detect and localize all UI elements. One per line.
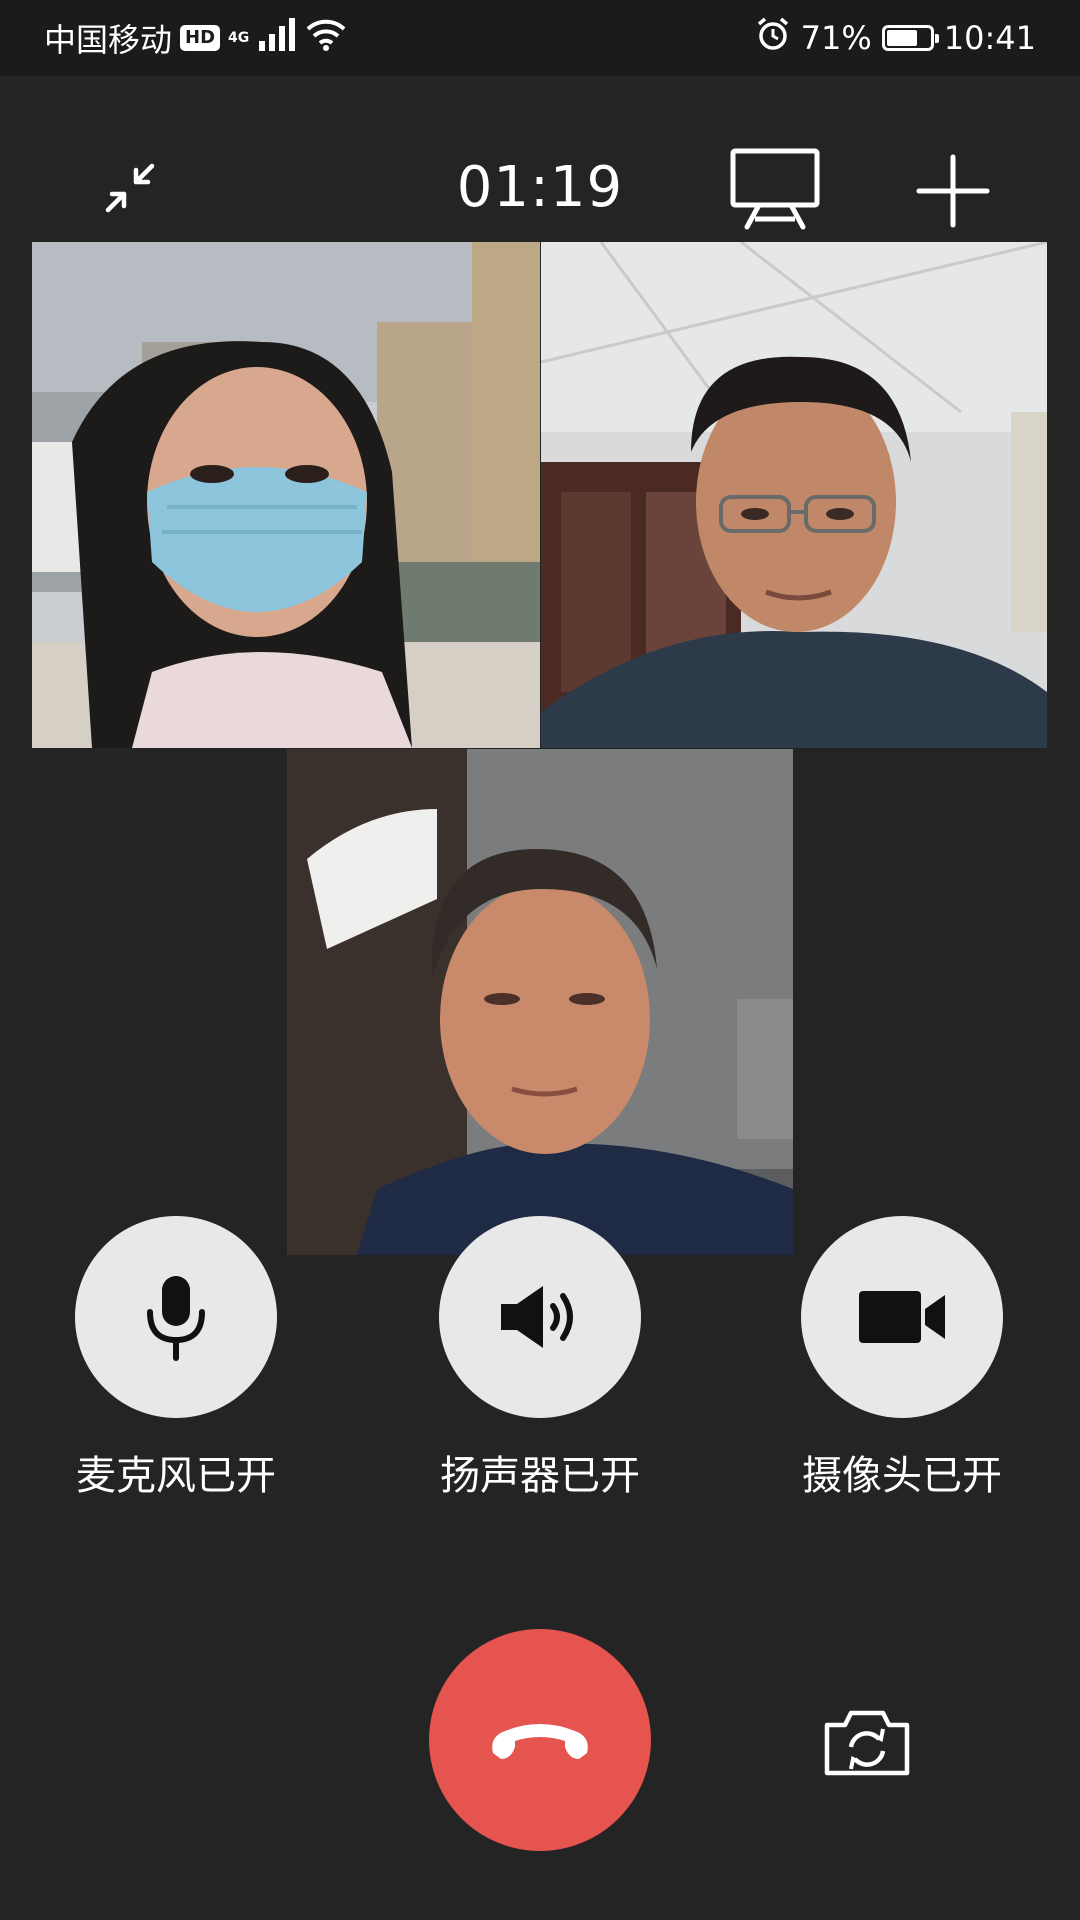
call-duration: 01:19 <box>456 155 624 220</box>
microphone-icon <box>147 1276 205 1361</box>
call-top-bar: 01:19 <box>0 140 1080 236</box>
speaker-label: 扬声器已开 <box>440 1453 640 1499</box>
hangup-icon <box>492 1724 588 1759</box>
add-participant-button[interactable] <box>906 144 1000 238</box>
status-bar: 中国移动 HD 4G 71% 10:41 <box>0 0 1080 76</box>
alarm-icon <box>755 16 791 60</box>
minimize-button[interactable] <box>90 148 170 228</box>
speaker-icon <box>501 1286 573 1348</box>
camera-control: 摄像头已开 <box>782 1216 1022 1502</box>
status-left: 中国移动 HD 4G <box>44 16 347 60</box>
microphone-control: 麦克风已开 <box>56 1216 296 1502</box>
clock: 10:41 <box>943 19 1036 57</box>
camera-label: 摄像头已开 <box>802 1453 1002 1499</box>
switch-camera-icon <box>824 1710 910 1776</box>
battery-level <box>886 30 917 46</box>
video-tile-3[interactable] <box>287 749 793 1255</box>
network-type: 4G <box>228 30 250 46</box>
screencast-icon <box>730 148 820 230</box>
hd-badge: HD <box>180 25 221 51</box>
video-tile-1[interactable] <box>32 242 540 748</box>
speaker-button[interactable] <box>439 1216 641 1418</box>
wifi-icon <box>305 17 347 59</box>
screencast-button[interactable] <box>720 144 830 234</box>
camera-button[interactable] <box>801 1216 1003 1418</box>
switch-camera-button[interactable] <box>812 1698 922 1788</box>
microphone-label: 麦克风已开 <box>76 1453 276 1499</box>
speaker-control: 扬声器已开 <box>420 1216 660 1502</box>
signal-icon <box>257 17 297 59</box>
hangup-button[interactable] <box>429 1629 651 1851</box>
video-tile-2[interactable] <box>541 242 1047 748</box>
battery-percent: 71% <box>800 19 872 57</box>
microphone-button[interactable] <box>75 1216 277 1418</box>
status-right: 71% 10:41 <box>755 16 1036 60</box>
battery-icon <box>881 25 939 51</box>
carrier-name: 中国移动 <box>44 21 173 59</box>
video-call-screen: 中国移动 HD 4G 71% 10:41 01:19 麦克风已开 扬声器已开 摄… <box>0 0 1080 1920</box>
add-icon <box>916 154 990 228</box>
minimize-icon <box>105 163 155 213</box>
video-camera-icon <box>859 1291 945 1343</box>
